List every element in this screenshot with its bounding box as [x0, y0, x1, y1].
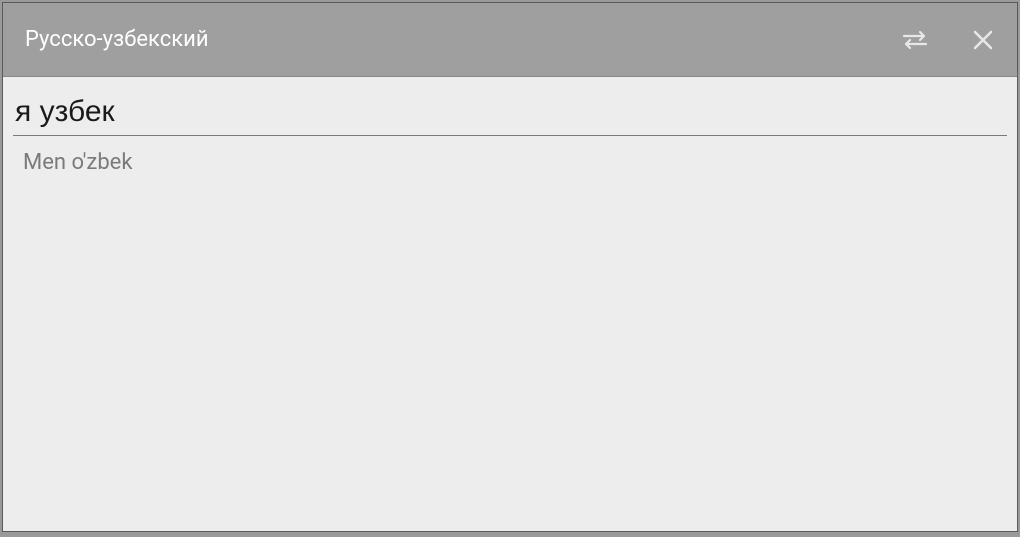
- swap-languages-button[interactable]: [901, 26, 929, 54]
- app-header: Русско-узбекский: [3, 3, 1017, 77]
- source-text-input[interactable]: [15, 95, 1007, 129]
- translation-output-row: Men o'zbek: [13, 136, 1007, 175]
- app-window: Русско-узбекский Men o'zbe: [2, 2, 1018, 532]
- source-input-row: [13, 95, 1007, 136]
- swap-icon: [902, 30, 928, 50]
- header-actions: [901, 26, 997, 54]
- translation-output-text: Men o'zbek: [23, 150, 1007, 175]
- close-button[interactable]: [969, 26, 997, 54]
- close-icon: [971, 28, 995, 52]
- content-area: Men o'zbek: [3, 77, 1017, 531]
- header-title: Русско-узбекский: [25, 27, 901, 52]
